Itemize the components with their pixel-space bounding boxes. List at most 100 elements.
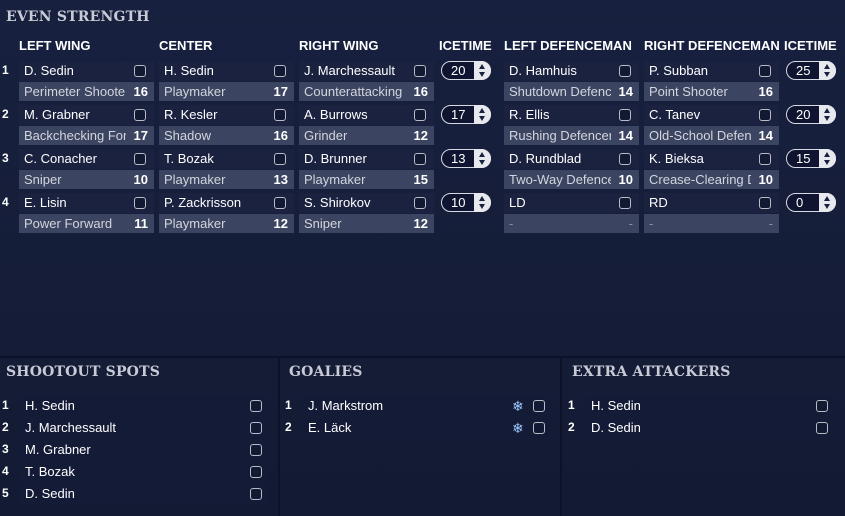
- icetime-stepper[interactable]: 17: [441, 105, 491, 124]
- stepper-arrows-icon[interactable]: [474, 149, 491, 168]
- player-name-row[interactable]: T. Bozak: [159, 149, 294, 169]
- arrow-down-icon[interactable]: [479, 204, 485, 209]
- player-checkbox[interactable]: [759, 153, 771, 165]
- player-checkbox[interactable]: [250, 400, 262, 412]
- goalie-row[interactable]: E. Läck ❄: [302, 418, 550, 438]
- player-checkbox[interactable]: [619, 109, 631, 121]
- player-slot[interactable]: R. Kesler Shadow 16: [159, 105, 294, 145]
- arrow-up-icon[interactable]: [824, 196, 830, 201]
- player-checkbox[interactable]: [274, 109, 286, 121]
- arrow-down-icon[interactable]: [824, 72, 830, 77]
- player-slot[interactable]: S. Shirokov Sniper 12: [299, 193, 434, 233]
- player-checkbox[interactable]: [134, 197, 146, 209]
- goalie-row[interactable]: J. Markstrom ❄: [302, 396, 550, 416]
- shootout-spot-row[interactable]: H. Sedin: [19, 396, 267, 416]
- player-checkbox[interactable]: [274, 197, 286, 209]
- player-slot[interactable]: E. Lisin Power Forward 11: [19, 193, 154, 233]
- player-slot[interactable]: R. Ellis Rushing Defenceman 14: [504, 105, 639, 145]
- player-checkbox[interactable]: [414, 65, 426, 77]
- player-name-row[interactable]: RD: [644, 193, 779, 213]
- player-checkbox[interactable]: [533, 422, 545, 434]
- player-name-row[interactable]: H. Sedin: [159, 61, 294, 81]
- player-slot[interactable]: P. Subban Point Shooter 16: [644, 61, 779, 101]
- shootout-spot-row[interactable]: J. Marchessault: [19, 418, 267, 438]
- player-name-row[interactable]: K. Bieksa: [644, 149, 779, 169]
- arrow-up-icon[interactable]: [479, 108, 485, 113]
- player-checkbox[interactable]: [619, 197, 631, 209]
- player-checkbox[interactable]: [274, 65, 286, 77]
- player-checkbox[interactable]: [414, 197, 426, 209]
- player-name-row[interactable]: A. Burrows: [299, 105, 434, 125]
- player-name-row[interactable]: D. Hamhuis: [504, 61, 639, 81]
- arrow-down-icon[interactable]: [824, 116, 830, 121]
- player-name-row[interactable]: D. Rundblad: [504, 149, 639, 169]
- icetime-stepper[interactable]: 25: [786, 61, 836, 80]
- player-slot[interactable]: RD - -: [644, 193, 779, 233]
- arrow-down-icon[interactable]: [479, 116, 485, 121]
- player-name-row[interactable]: D. Sedin: [19, 61, 154, 81]
- player-slot[interactable]: D. Hamhuis Shutdown Defenceman 14: [504, 61, 639, 101]
- player-name-row[interactable]: D. Brunner: [299, 149, 434, 169]
- shootout-spot-row[interactable]: D. Sedin: [19, 484, 267, 504]
- stepper-arrows-icon[interactable]: [474, 105, 491, 124]
- player-slot[interactable]: C. Tanev Old-School Defenceman 14: [644, 105, 779, 145]
- extra-attacker-row[interactable]: D. Sedin: [585, 418, 835, 438]
- arrow-up-icon[interactable]: [479, 196, 485, 201]
- arrow-up-icon[interactable]: [824, 64, 830, 69]
- shootout-spot-row[interactable]: M. Grabner: [19, 440, 267, 460]
- stepper-arrows-icon[interactable]: [819, 149, 836, 168]
- arrow-up-icon[interactable]: [479, 152, 485, 157]
- player-slot[interactable]: K. Bieksa Crease-Clearing Defenceman 10: [644, 149, 779, 189]
- shootout-spot-row[interactable]: T. Bozak: [19, 462, 267, 482]
- icetime-stepper[interactable]: 15: [786, 149, 836, 168]
- player-checkbox[interactable]: [816, 422, 828, 434]
- player-slot[interactable]: D. Rundblad Two-Way Defenceman 10: [504, 149, 639, 189]
- player-checkbox[interactable]: [759, 65, 771, 77]
- stepper-arrows-icon[interactable]: [819, 193, 836, 212]
- snowflake-icon[interactable]: ❄: [512, 399, 524, 413]
- extra-attacker-row[interactable]: H. Sedin: [585, 396, 835, 416]
- player-checkbox[interactable]: [759, 109, 771, 121]
- stepper-arrows-icon[interactable]: [474, 61, 491, 80]
- snowflake-icon[interactable]: ❄: [512, 421, 524, 435]
- icetime-stepper[interactable]: 13: [441, 149, 491, 168]
- player-name-row[interactable]: M. Grabner: [19, 105, 154, 125]
- player-name-row[interactable]: P. Subban: [644, 61, 779, 81]
- icetime-stepper[interactable]: 0: [786, 193, 836, 212]
- player-slot[interactable]: J. Marchessault Counterattacking 16: [299, 61, 434, 101]
- player-checkbox[interactable]: [250, 444, 262, 456]
- player-checkbox[interactable]: [759, 197, 771, 209]
- stepper-arrows-icon[interactable]: [819, 105, 836, 124]
- player-slot[interactable]: T. Bozak Playmaker 13: [159, 149, 294, 189]
- arrow-up-icon[interactable]: [824, 108, 830, 113]
- player-slot[interactable]: M. Grabner Backchecking Forward 17: [19, 105, 154, 145]
- player-name-row[interactable]: R. Ellis: [504, 105, 639, 125]
- player-checkbox[interactable]: [619, 153, 631, 165]
- player-checkbox[interactable]: [619, 65, 631, 77]
- player-checkbox[interactable]: [134, 65, 146, 77]
- player-checkbox[interactable]: [533, 400, 545, 412]
- player-name-row[interactable]: P. Zackrisson: [159, 193, 294, 213]
- arrow-down-icon[interactable]: [824, 204, 830, 209]
- player-name-row[interactable]: S. Shirokov: [299, 193, 434, 213]
- player-slot[interactable]: LD - -: [504, 193, 639, 233]
- player-checkbox[interactable]: [250, 466, 262, 478]
- arrow-down-icon[interactable]: [479, 72, 485, 77]
- player-checkbox[interactable]: [274, 153, 286, 165]
- stepper-arrows-icon[interactable]: [819, 61, 836, 80]
- icetime-stepper[interactable]: 10: [441, 193, 491, 212]
- player-checkbox[interactable]: [134, 153, 146, 165]
- arrow-up-icon[interactable]: [824, 152, 830, 157]
- player-name-row[interactable]: LD: [504, 193, 639, 213]
- player-slot[interactable]: D. Sedin Perimeter Shooter 16: [19, 61, 154, 101]
- arrow-up-icon[interactable]: [479, 64, 485, 69]
- player-slot[interactable]: C. Conacher Sniper 10: [19, 149, 154, 189]
- player-checkbox[interactable]: [250, 422, 262, 434]
- player-name-row[interactable]: J. Marchessault: [299, 61, 434, 81]
- player-checkbox[interactable]: [250, 488, 262, 500]
- player-slot[interactable]: D. Brunner Playmaker 15: [299, 149, 434, 189]
- icetime-stepper[interactable]: 20: [786, 105, 836, 124]
- player-name-row[interactable]: C. Tanev: [644, 105, 779, 125]
- player-slot[interactable]: P. Zackrisson Playmaker 12: [159, 193, 294, 233]
- icetime-stepper[interactable]: 20: [441, 61, 491, 80]
